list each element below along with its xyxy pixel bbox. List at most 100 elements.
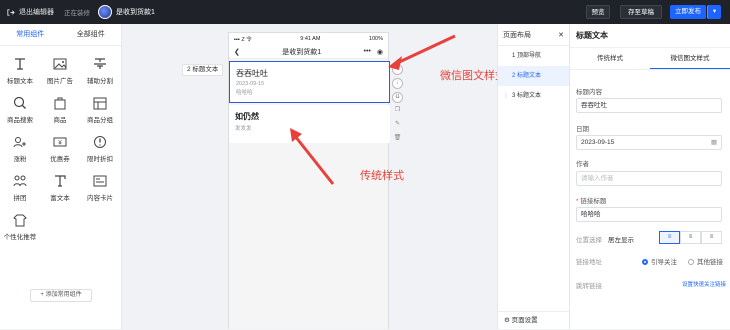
component-title-text[interactable]: 标题文本 (0, 56, 40, 85)
component-label: 辅助分割 (87, 78, 113, 85)
settings-icon: ⚙ (504, 317, 510, 324)
align-center-icon[interactable]: ≡ (680, 231, 701, 244)
component-add-fans[interactable]: 涨粉 (0, 134, 40, 163)
delete-icon[interactable]: 🗑 (392, 134, 403, 145)
title-text-card-traditional[interactable]: 如仍然 发发发 (229, 105, 390, 143)
close-icon[interactable]: ✕ (558, 31, 564, 39)
component-discount[interactable]: 限时折扣 (80, 134, 120, 163)
layout-title: 页面布局 (503, 31, 531, 39)
layout-item-label: 2 标题文本 (512, 73, 542, 79)
status-time: 9:41 AM (300, 36, 321, 42)
image-ad-icon (53, 58, 67, 70)
position-value: 居左显示 (608, 237, 634, 244)
component-label: 内容卡片 (87, 195, 113, 202)
layout-header: 页面布局 ✕ (498, 24, 569, 46)
drag-handle-icon[interactable]: ⋮ (503, 86, 509, 106)
align-left-icon[interactable]: ≡ (659, 231, 680, 244)
page-settings-label: 页面设置 (511, 317, 538, 324)
preview-button[interactable]: 预览 (586, 5, 610, 19)
tab-traditional-style[interactable]: 传统样式 (570, 48, 650, 69)
arrow-to-wechat-card (394, 34, 456, 66)
card-title: 如仍然 (235, 112, 259, 121)
calendar-icon: ▦ (710, 139, 717, 146)
component-divider[interactable]: 辅助分割 (80, 56, 120, 85)
component-tabs: 常用组件 全部组件 (0, 24, 121, 46)
component-label: 商品分组 (87, 117, 113, 124)
top-bar: 退出编辑器 正在装修 是收到货款1 预览 存至草稿 立即发布 ▾ (0, 0, 730, 24)
product-group-icon (93, 97, 107, 110)
component-label: 优惠券 (50, 156, 70, 163)
coupon-icon: ¥ (53, 137, 67, 147)
tab-common-components[interactable]: 常用组件 (0, 24, 61, 45)
jump-link-label: 跳转链接 (576, 283, 602, 290)
move-down-icon[interactable]: ↓ (392, 78, 403, 89)
layout-item-title-text-2[interactable]: ⋮ 3 标题文本 (498, 86, 569, 106)
layout-item-label: 1 顶部导航 (512, 53, 542, 59)
component-group-buy[interactable]: 拼团 (0, 173, 40, 202)
property-panel-title: 标题文本 (570, 24, 730, 48)
exit-icon (7, 8, 15, 16)
group-buy-icon (13, 175, 27, 187)
layout-item-title-text-1[interactable]: 2 标题文本 (498, 66, 569, 86)
mini-program-capsule: ••• ◉ (364, 48, 383, 56)
author-input[interactable]: 请输入作者 (576, 171, 722, 186)
component-rich-text[interactable]: 富文本 (40, 173, 80, 202)
component-product-group[interactable]: 商品分组 (80, 95, 120, 124)
radio-follow-label: 引导关注 (651, 259, 677, 266)
rich-text-icon (55, 175, 66, 187)
component-label: 涨粉 (13, 156, 27, 163)
title-text-card-wechat[interactable]: 吞吞吐吐 2023-09-15 哈哈哈 (229, 61, 390, 103)
component-label: 商品 (53, 117, 67, 124)
property-panel: 标题文本 传统样式 微信图文样式 标题内容 吞吞吐吐 日期 2023-09-15… (570, 24, 730, 329)
align-right-icon[interactable]: ≡ (701, 231, 722, 244)
edit-icon[interactable]: ✎ (392, 120, 403, 131)
component-toolbar: ↑ ↓ ⇊ ❐ ✎ 🗑 (392, 64, 403, 145)
phone-nav-bar[interactable]: ❮ 是收到货款1 ••• ◉ (229, 45, 388, 59)
component-recommend[interactable]: 个性化推荐 (0, 212, 40, 241)
add-common-component-button[interactable]: + 添加常用组件 (30, 289, 92, 302)
tab-wechat-style[interactable]: 微信图文样式 (650, 48, 730, 69)
card-author: 哈哈哈 (236, 90, 253, 96)
product-icon (54, 97, 66, 110)
editing-status: 正在装修 (64, 10, 90, 17)
close-circle-icon: ◉ (376, 48, 383, 56)
align-button-group: ≡ ≡ ≡ (659, 231, 722, 244)
card-title: 吞吞吐吐 (236, 69, 268, 78)
layout-item-label: 3 标题文本 (512, 93, 542, 99)
card-date: 2023-09-15 (236, 81, 265, 87)
component-product-search[interactable]: 商品搜索 (0, 95, 40, 124)
search-icon (13, 96, 26, 109)
link-title-input[interactable]: 哈哈哈 (576, 207, 722, 222)
component-product[interactable]: 商品 (40, 95, 80, 124)
publish-button[interactable]: 立即发布 (670, 5, 706, 19)
publish-dropdown-button[interactable]: ▾ (707, 5, 721, 19)
radio-other-link[interactable]: 其他链接 (688, 256, 723, 266)
exit-editor-button[interactable]: 退出编辑器 (6, 7, 54, 17)
move-bottom-icon[interactable]: ⇊ (392, 92, 403, 103)
component-image-ad[interactable]: 图片广告 (40, 56, 80, 85)
exit-editor-label: 退出编辑器 (19, 9, 54, 16)
title-content-input[interactable]: 吞吞吐吐 (576, 98, 722, 113)
tab-all-components[interactable]: 全部组件 (61, 24, 122, 45)
copy-icon[interactable]: ❐ (392, 106, 403, 117)
component-label: 商品搜索 (7, 117, 33, 124)
move-up-icon[interactable]: ↑ (392, 64, 403, 75)
component-coupon[interactable]: ¥ 优惠券 (40, 134, 80, 163)
component-content-card[interactable]: 内容卡片 (80, 173, 120, 202)
link-address-label: 链接地址 (576, 259, 602, 266)
component-label: 标题文本 (7, 78, 33, 85)
save-draft-button[interactable]: 存至草稿 (620, 5, 662, 19)
style-tabs: 传统样式 微信图文样式 (570, 48, 730, 70)
quick-follow-link[interactable]: 设置快速关注链接 (682, 280, 726, 288)
add-fans-icon (13, 137, 26, 148)
component-grid: 标题文本 图片广告 辅助分割 商品搜索 商品 商品分组 涨粉 ¥ 优惠券 限时折… (0, 46, 121, 241)
phone-nav-title: 是收到货款1 (282, 48, 322, 56)
more-dots-icon: ••• (363, 48, 371, 55)
page-settings-button[interactable]: ⚙ 页面设置 (498, 311, 569, 329)
radio-unchecked (688, 259, 694, 266)
layout-item-top-nav[interactable]: 1 顶部导航 (498, 46, 569, 66)
date-input[interactable]: 2023-09-15 ▦ (576, 135, 722, 150)
card-subtitle: 发发发 (235, 126, 252, 132)
component-label: 个性化推荐 (3, 234, 37, 241)
radio-guide-follow[interactable]: 引导关注 (642, 256, 677, 266)
